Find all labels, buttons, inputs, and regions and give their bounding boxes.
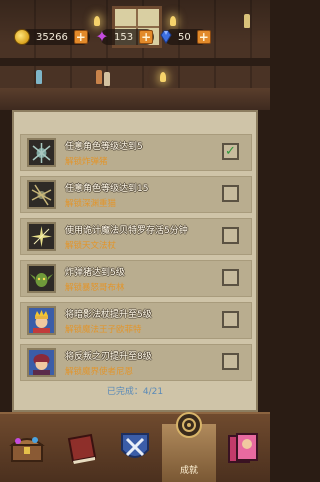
gem-resource: 50 + [158, 27, 211, 47]
task-reward: 解锁深渊重猫 [65, 199, 117, 209]
nav-characters[interactable] [216, 414, 270, 482]
bottle-icon [36, 70, 42, 84]
completion-progress: 已完成：4/21 [106, 387, 164, 397]
task-title: 任意角色等级达到5 [65, 142, 143, 152]
task-reward: 解锁魔界使者尼恩 [65, 367, 134, 377]
add-stars-button[interactable]: + [139, 30, 154, 44]
checkbox[interactable] [222, 185, 239, 202]
goblin-icon [27, 264, 56, 293]
achievement-panel: 任意角色等级达到5 解锁炸弹猪 ✓ 任意角色等级达到15 解锁深渊重猫 使用诡计… [12, 110, 258, 412]
nav-achievements-label: 成就 [179, 466, 198, 476]
resource-bar: 35266 + ✦ 153 + 50 + [0, 24, 270, 50]
nav-spellbook[interactable] [54, 414, 108, 482]
task-title: 炸弹猪达到5级 [65, 268, 125, 278]
task-reward: 解锁暴怒哥布林 [65, 283, 125, 293]
add-gems-button[interactable]: + [196, 30, 211, 44]
treasure-chest-icon [9, 437, 45, 462]
task-title: 将反叛之刃提升至8级 [65, 352, 152, 362]
task-row[interactable]: 将反叛之刃提升至8级 解锁魔界使者尼恩 [20, 344, 252, 381]
nav-achievements[interactable]: 成就 [162, 412, 216, 482]
task-reward: 解锁炸弹猪 [65, 157, 108, 167]
task-title: 使用诡计魔法贝特罗存活5分钟 [65, 226, 188, 236]
star-resource: ✦ 153 + [94, 27, 154, 47]
task-title: 任意角色等级达到15 [65, 184, 149, 194]
task-row[interactable]: 将暗影法杖提升至5级 解锁魔法王子欧菲特 [20, 302, 252, 339]
checkbox-checked[interactable]: ✓ [222, 143, 239, 160]
checkbox[interactable] [222, 311, 239, 328]
bottle-icon [104, 72, 110, 86]
shelf [0, 58, 270, 66]
star-count: 153 [114, 31, 134, 43]
achievement-emblem-icon [176, 412, 202, 438]
nav-weapons[interactable] [108, 414, 162, 482]
prince-portrait-icon [27, 306, 56, 335]
tavern-background [0, 0, 270, 110]
bottle-icon [96, 70, 102, 84]
character-cards-icon [228, 433, 258, 463]
counter [0, 88, 270, 110]
task-row[interactable]: 使用诡计魔法贝特罗存活5分钟 解锁天文法杖 [20, 218, 252, 255]
checkbox[interactable] [222, 353, 239, 370]
task-row[interactable]: 任意角色等级达到15 解锁深渊重猫 [20, 176, 252, 213]
blue-gem-icon [160, 30, 172, 44]
spider-bomb-icon [27, 138, 56, 167]
checkbox[interactable] [222, 227, 239, 244]
coin-count: 35266 [36, 31, 68, 43]
purple-star-icon: ✦ [95, 27, 109, 46]
nav-treasure-chest[interactable] [0, 414, 54, 482]
spider-creature-icon [27, 180, 56, 209]
candle-icon [160, 72, 166, 82]
gold-coin-icon [14, 29, 30, 45]
task-row[interactable]: 炸弹猪达到5级 解锁暴怒哥布林 [20, 260, 252, 297]
task-reward: 解锁魔法王子欧菲特 [65, 325, 142, 335]
coin-resource: 35266 + [14, 27, 90, 47]
bottom-nav: 成就 [0, 412, 270, 482]
starburst-staff-icon [27, 222, 56, 251]
spellbook-icon [67, 433, 97, 464]
checkbox[interactable] [222, 269, 239, 286]
task-title: 将暗影法杖提升至5级 [65, 310, 152, 320]
gem-count: 50 [178, 31, 191, 43]
task-row[interactable]: 任意角色等级达到5 解锁炸弹猪 ✓ [20, 134, 252, 171]
crossed-swords-icon [121, 433, 149, 458]
add-coins-button[interactable]: + [73, 30, 88, 44]
task-reward: 解锁天文法杖 [65, 241, 117, 251]
demon-envoy-portrait-icon [27, 348, 56, 377]
